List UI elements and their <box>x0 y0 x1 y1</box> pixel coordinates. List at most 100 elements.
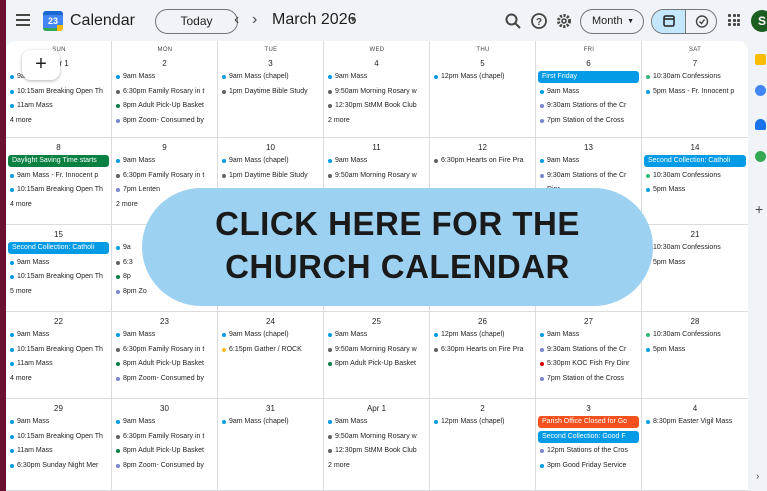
more-events-link[interactable]: 4 more <box>10 115 32 127</box>
day-number[interactable]: 14 <box>642 143 748 152</box>
event-item[interactable]: 9am Mass (chapel) <box>220 329 321 341</box>
day-cell[interactable]: Apr 1 9am Mass 9:50am Morning Rosary w 12:3… <box>324 399 430 491</box>
event-item[interactable]: 9am Mass <box>326 155 427 167</box>
event-item[interactable]: 9am Mass <box>114 416 215 428</box>
day-cell[interactable]: 22 9am Mass 10:15am Breaking Open Th 11am M… <box>6 312 112 399</box>
day-number[interactable]: 6 <box>536 59 641 68</box>
main-menu-icon[interactable] <box>16 14 30 26</box>
event-item[interactable]: 12:30pm StMM Book Club <box>326 100 427 112</box>
day-cell[interactable]: 28 10:30am Confessions 5pm Mass <box>642 312 748 399</box>
event-item[interactable]: 6:30pm Family Rosary in t <box>114 344 215 356</box>
event-item[interactable]: 12pm Mass (chapel) <box>432 416 533 428</box>
event-item[interactable]: 12:30pm StMM Book Club <box>326 445 427 457</box>
gear-icon[interactable] <box>555 12 573 30</box>
day-number[interactable]: 9 <box>112 143 217 152</box>
all-day-event[interactable]: Second Collection: Good F <box>538 430 639 443</box>
caret-down-icon[interactable]: ▼ <box>349 15 357 24</box>
today-button[interactable]: Today <box>155 9 238 34</box>
event-item[interactable]: 9am Mass (chapel) <box>220 155 321 167</box>
event-item[interactable]: 8pm Adult Pick-Up Basket <box>114 358 215 370</box>
chevron-right-icon[interactable]: › <box>252 11 257 29</box>
day-number[interactable]: 7 <box>642 59 748 68</box>
all-day-event[interactable]: First Friday <box>538 71 639 83</box>
event-item[interactable]: 11am Mass <box>8 358 109 370</box>
event-item[interactable]: 12pm Mass (chapel) <box>432 71 533 83</box>
day-cell[interactable]: 26 12pm Mass (chapel) 6:30pm Hearts on Fir… <box>430 312 536 399</box>
event-item[interactable]: 8pm Adult Pick-Up Basket <box>326 358 427 370</box>
all-day-event[interactable]: Second Collection: Catholi <box>644 155 746 167</box>
event-item[interactable]: 5pm Mass <box>644 184 746 196</box>
event-item[interactable]: 3pm Good Friday Service <box>538 460 639 472</box>
event-item[interactable]: 8:30pm Easter Vigil Mass <box>644 416 746 428</box>
day-number[interactable]: 31 <box>218 404 323 413</box>
event-item[interactable]: 6:30pm Family Rosary in t <box>114 170 215 182</box>
day-number[interactable]: 3 <box>218 59 323 68</box>
event-item[interactable]: 9am Mass <box>8 257 109 269</box>
day-cell[interactable]: 29 9am Mass 10:15am Breaking Open Th 11am M… <box>6 399 112 491</box>
day-number[interactable]: 15 <box>6 230 111 239</box>
all-day-event[interactable]: Parish Office Closed for Go <box>538 416 639 428</box>
day-number[interactable]: 4 <box>642 404 748 413</box>
event-item[interactable]: 7pm Station of the Cross <box>538 115 639 127</box>
day-number[interactable]: 3 <box>536 404 641 413</box>
event-item[interactable]: 9am Mass <box>114 155 215 167</box>
day-cell[interactable]: 8 Daylight Saving Time starts 9am Mass - F… <box>6 138 112 225</box>
month-title[interactable]: March 2026 <box>272 11 357 29</box>
day-number[interactable]: Apr 1 <box>324 404 429 413</box>
day-number[interactable]: 28 <box>642 317 748 326</box>
event-item[interactable]: 9am Mass <box>326 71 427 83</box>
church-calendar-banner[interactable]: CLICK HERE FOR THE CHURCH CALENDAR <box>142 188 653 306</box>
day-cell[interactable]: 27 9am Mass 9:30am Stations of the Cr 5:30p… <box>536 312 642 399</box>
tasks-icon[interactable] <box>755 85 766 96</box>
day-cell[interactable]: 24 9am Mass (chapel) 6:15pm Gather / ROCK <box>218 312 324 399</box>
event-item[interactable]: 10:30am Confessions <box>644 170 746 182</box>
day-cell[interactable]: 31 9am Mass (chapel) <box>218 399 324 491</box>
more-events-link[interactable]: 4 more <box>10 373 32 385</box>
event-item[interactable]: 5pm Mass - Fr. Innocent p <box>644 86 746 98</box>
day-cell[interactable]: 7 10:30am Confessions 5pm Mass - Fr. Innoc… <box>642 41 748 138</box>
event-item[interactable]: 8pm Adult Pick-Up Basket <box>114 100 215 112</box>
event-item[interactable]: 10:15am Breaking Open Th <box>8 431 109 443</box>
event-item[interactable]: 6:30pm Sunday Night Mer <box>8 460 109 472</box>
day-cell[interactable]: 3 Parish Office Closed for Go Second Colle… <box>536 399 642 491</box>
day-number[interactable]: 21 <box>642 230 748 239</box>
day-number[interactable]: 5 <box>430 59 535 68</box>
event-item[interactable]: 12pm Stations of the Cros <box>538 445 639 457</box>
event-item[interactable]: 9am Mass <box>538 86 639 98</box>
event-item[interactable]: 6:30pm Hearts on Fire Pra <box>432 155 533 167</box>
day-cell[interactable]: 23 9am Mass 6:30pm Family Rosary in t 8pm A… <box>112 312 218 399</box>
day-cell[interactable]: 25 9am Mass 9:50am Morning Rosary w 8pm Adu… <box>324 312 430 399</box>
day-number[interactable]: 12 <box>430 143 535 152</box>
more-events-link[interactable]: 2 more <box>328 460 350 472</box>
event-item[interactable]: 10:15am Breaking Open Th <box>8 184 109 196</box>
event-item[interactable]: 1pm Daytime Bible Study <box>220 86 321 98</box>
more-events-link[interactable]: 5 more <box>10 286 32 298</box>
more-events-link[interactable]: 2 more <box>116 199 138 211</box>
event-item[interactable]: 8pm Adult Pick-Up Basket <box>114 445 215 457</box>
event-item[interactable]: 11am Mass <box>8 445 109 457</box>
day-cell[interactable]: 6 First Friday 9am Mass 9:30am Stations of … <box>536 41 642 138</box>
day-number[interactable]: 11 <box>324 143 429 152</box>
all-day-event[interactable]: Daylight Saving Time starts <box>8 155 109 167</box>
event-item[interactable]: 9:30am Stations of the Cr <box>538 344 639 356</box>
event-item[interactable]: 9am Mass <box>538 155 639 167</box>
day-cell[interactable]: 4 8:30pm Easter Vigil Mass <box>642 399 748 491</box>
apps-grid-icon[interactable] <box>728 14 740 26</box>
avatar[interactable]: S <box>751 10 767 32</box>
day-number[interactable]: 13 <box>536 143 641 152</box>
day-number[interactable]: 30 <box>112 404 217 413</box>
day-number[interactable]: 23 <box>112 317 217 326</box>
event-item[interactable]: 5pm Mass <box>644 344 746 356</box>
day-cell[interactable]: 14 Second Collection: Catholi 10:30am Conf… <box>642 138 748 225</box>
event-item[interactable]: 10:15am Breaking Open Th <box>8 344 109 356</box>
day-number[interactable]: 25 <box>324 317 429 326</box>
expand-panel-icon[interactable]: › <box>756 471 759 482</box>
day-number[interactable]: 24 <box>218 317 323 326</box>
event-item[interactable]: 9am Mass (chapel) <box>220 416 321 428</box>
day-number[interactable]: 4 <box>324 59 429 68</box>
view-selector[interactable]: Month ▼ <box>580 9 644 34</box>
chevron-left-icon[interactable]: ‹ <box>234 11 239 29</box>
event-item[interactable]: 9am Mass <box>326 329 427 341</box>
maps-icon[interactable] <box>755 151 766 162</box>
event-item[interactable]: 7pm Station of the Cross <box>538 373 639 385</box>
